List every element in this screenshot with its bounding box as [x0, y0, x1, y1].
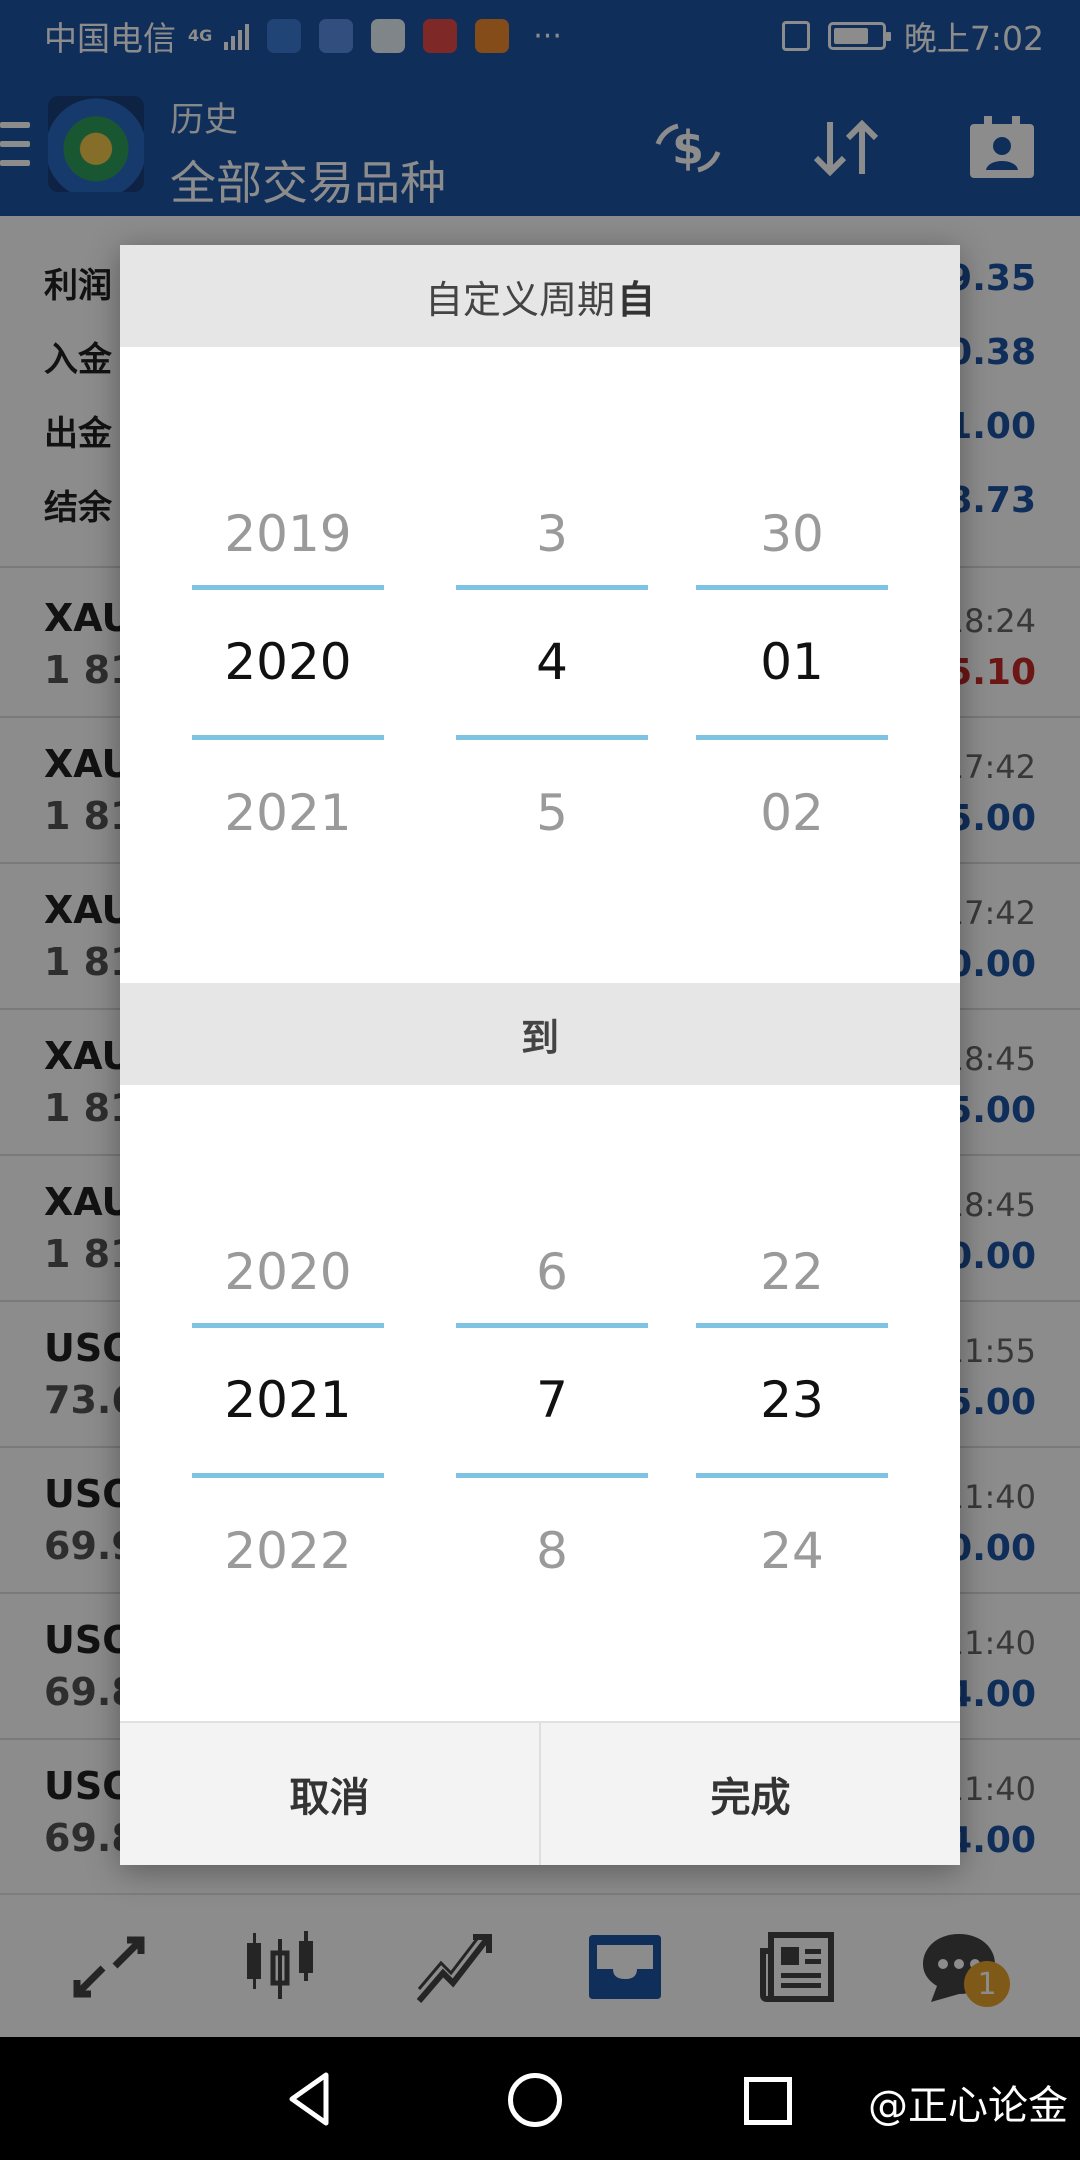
back-icon[interactable] [280, 2067, 344, 2131]
to-year-wheel[interactable]: 2020 2021 2022 [192, 1085, 384, 1721]
picker-line [456, 1323, 648, 1328]
to-year-selected[interactable]: 2021 [192, 1350, 384, 1450]
watermark: @正心论金 [868, 2083, 1068, 2129]
dialog-header-from: 自定义周期自 [120, 245, 960, 347]
from-year-next[interactable]: 2021 [192, 763, 384, 863]
to-day-selected[interactable]: 23 [696, 1350, 888, 1450]
from-day-prev[interactable]: 30 [696, 484, 888, 584]
from-year-prev[interactable]: 2019 [192, 484, 384, 584]
to-date-picker: 2020 2021 2022 6 7 8 22 23 24 [120, 1085, 960, 1721]
dialog-title-from: 自 [617, 277, 656, 322]
picker-line [696, 1473, 888, 1478]
to-year-next[interactable]: 2022 [192, 1501, 384, 1601]
to-month-prev[interactable]: 6 [456, 1222, 648, 1322]
from-day-selected[interactable]: 01 [696, 612, 888, 712]
system-nav-bar: @正心论金 [0, 2037, 1080, 2160]
from-day-next[interactable]: 02 [696, 763, 888, 863]
from-year-selected[interactable]: 2020 [192, 612, 384, 712]
picker-line [456, 1473, 648, 1478]
picker-line [192, 735, 384, 740]
to-year-prev[interactable]: 2020 [192, 1222, 384, 1322]
picker-line [696, 585, 888, 590]
done-button[interactable]: 完成 [539, 1723, 960, 1865]
picker-line [696, 1323, 888, 1328]
from-month-next[interactable]: 5 [456, 763, 648, 863]
to-day-prev[interactable]: 22 [696, 1222, 888, 1322]
picker-line [456, 585, 648, 590]
to-month-wheel[interactable]: 6 7 8 [456, 1085, 648, 1721]
to-month-selected[interactable]: 7 [456, 1350, 648, 1450]
picker-line [696, 735, 888, 740]
recents-icon[interactable] [744, 2077, 792, 2125]
picker-line [192, 1473, 384, 1478]
to-day-next[interactable]: 24 [696, 1501, 888, 1601]
from-date-picker: 2019 2020 2021 3 4 5 30 01 02 [120, 347, 960, 983]
to-month-next[interactable]: 8 [456, 1501, 648, 1601]
from-month-prev[interactable]: 3 [456, 484, 648, 584]
dialog-footer: 取消 完成 [120, 1721, 960, 1865]
to-day-wheel[interactable]: 22 23 24 [696, 1085, 888, 1721]
dialog-header-to: 到 [120, 983, 960, 1085]
from-year-wheel[interactable]: 2019 2020 2021 [192, 347, 384, 983]
picker-line [192, 1323, 384, 1328]
home-icon[interactable] [508, 2073, 562, 2127]
from-month-selected[interactable]: 4 [456, 612, 648, 712]
from-month-wheel[interactable]: 3 4 5 [456, 347, 648, 983]
picker-line [456, 735, 648, 740]
dialog-title: 自定义周期 [424, 277, 615, 322]
cancel-button[interactable]: 取消 [120, 1723, 539, 1865]
picker-line [192, 585, 384, 590]
custom-period-dialog: 自定义周期自 2019 2020 2021 3 4 5 30 01 02 到 2… [120, 245, 960, 1865]
from-day-wheel[interactable]: 30 01 02 [696, 347, 888, 983]
